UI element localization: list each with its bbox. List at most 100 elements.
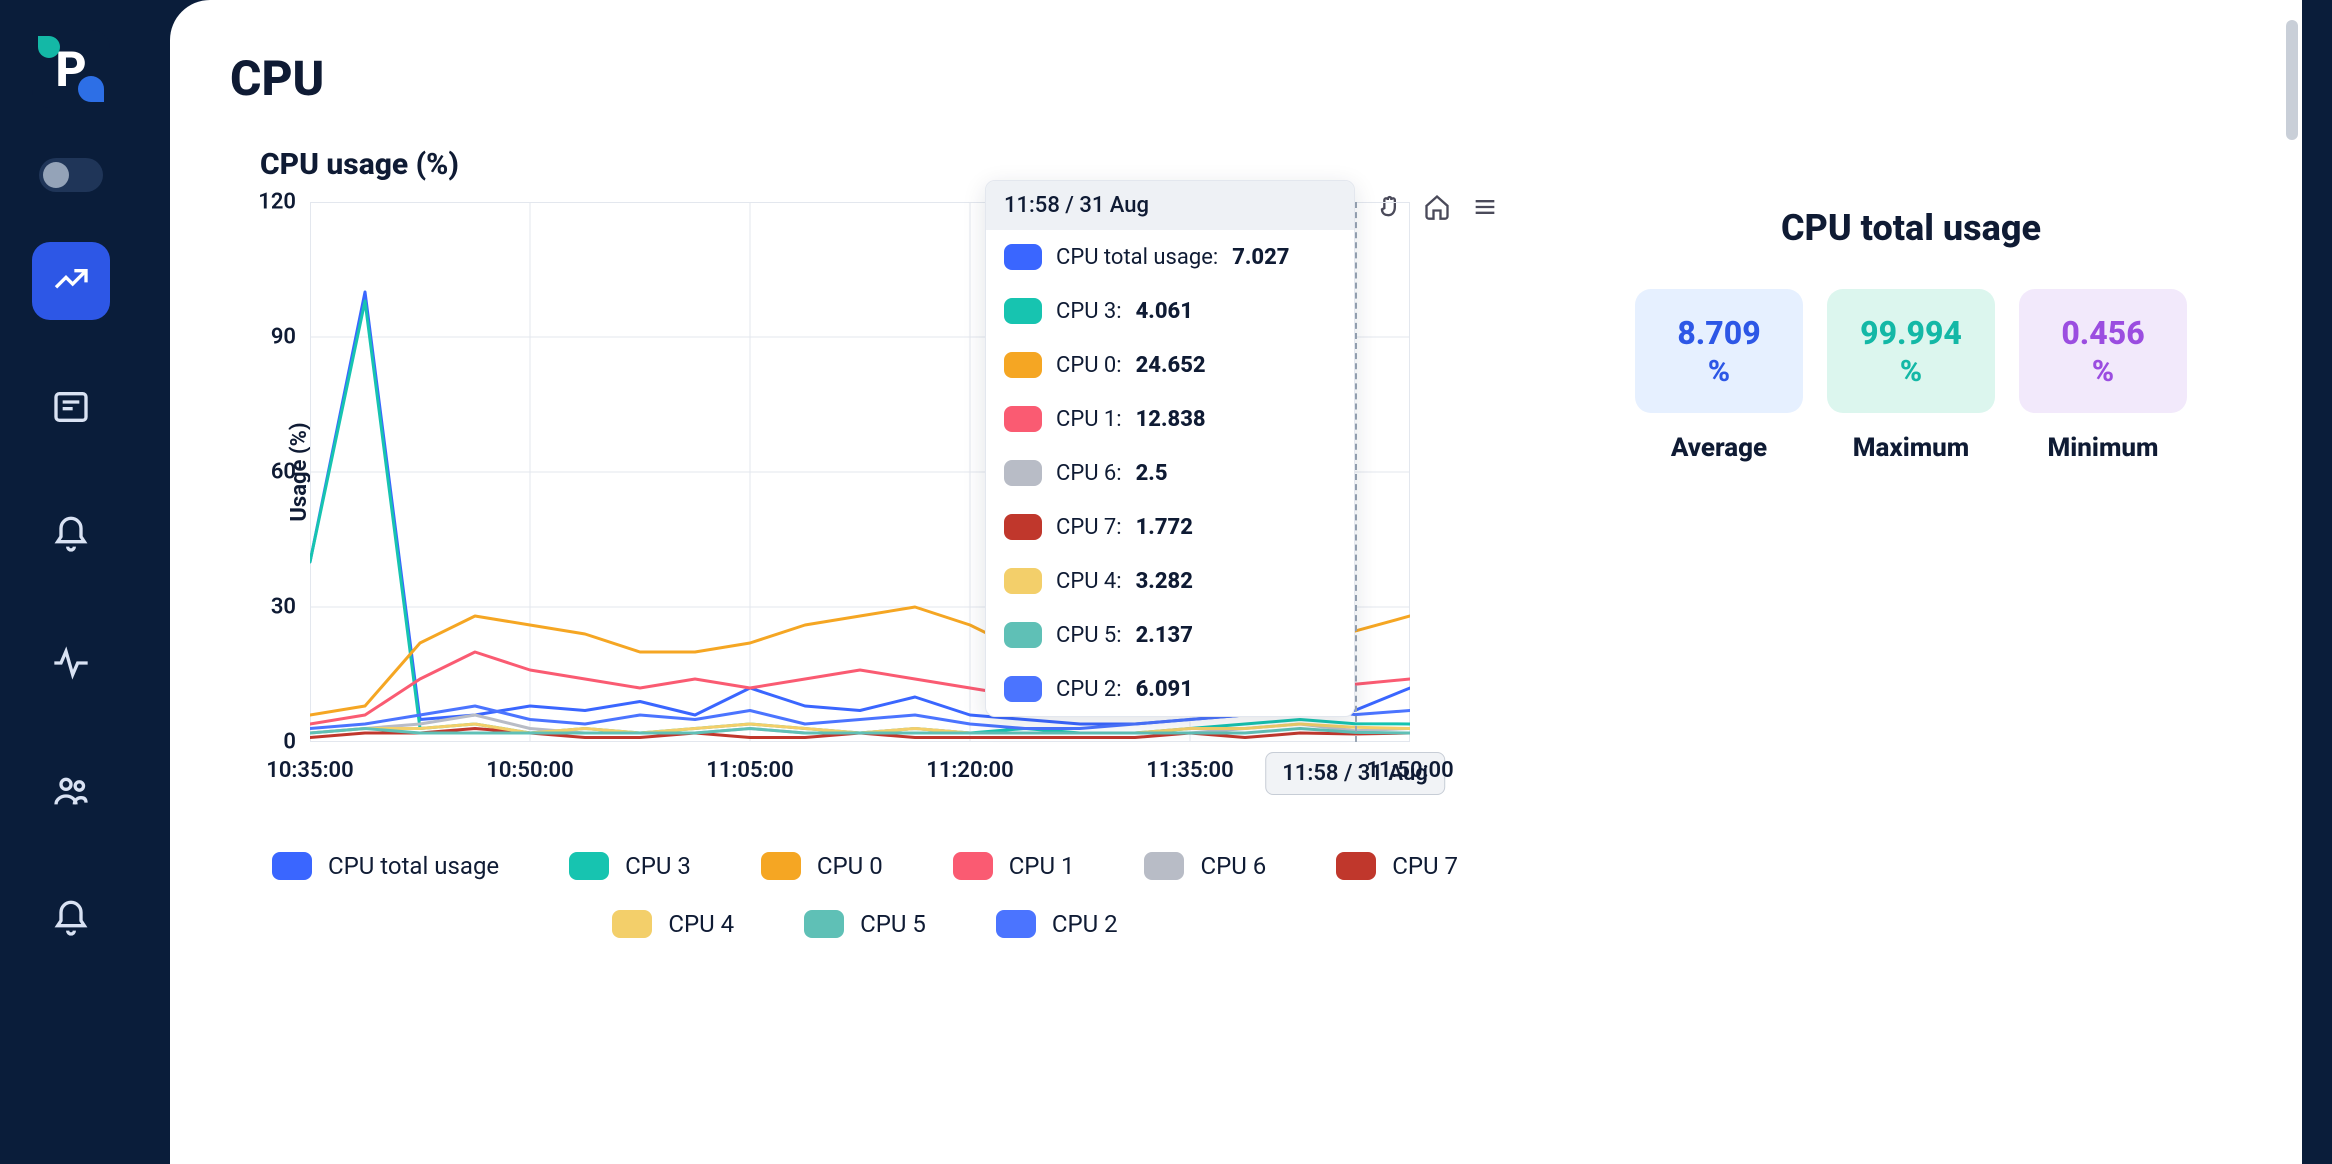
min-value: 0.456 [2061,314,2144,352]
x-tick: 10:50:00 [486,758,573,783]
main-panel: CPU CPU usage (%) Usage (%) [170,0,2302,1164]
tooltip-series-value: 12.838 [1136,407,1206,432]
tooltip-series-label: CPU 3: [1056,299,1122,324]
tooltip-row: CPU 2: 6.091 [986,662,1354,716]
y-tick: 120 [258,190,296,215]
legend-label: CPU 7 [1392,852,1458,880]
x-tick: 10:35:00 [266,758,353,783]
tooltip-series-label: CPU 2: [1056,677,1122,702]
max-label: Maximum [1827,433,1995,463]
x-tick: 11:50:00 [1366,758,1453,783]
tooltip-series-label: CPU 4: [1056,569,1122,594]
tooltip-row: CPU 5: 2.137 [986,608,1354,662]
legend-swatch [1336,852,1376,880]
tooltip-series-label: CPU 7: [1056,515,1122,540]
home-icon[interactable] [1422,192,1452,222]
y-tick: 30 [271,595,296,620]
legend-label: CPU 3 [625,852,691,880]
chart-legend: CPU total usage CPU 3 CPU 0 CPU 1 CPU 6 CPU 7… [230,852,1500,938]
chart-tooltip: 11:58 / 31 Aug CPU total usage: 7.027CPU… [985,180,1355,717]
users-icon [51,771,91,815]
chart-title: CPU usage (%) [260,147,1500,182]
bell-outline-icon [51,899,91,943]
nav-reports[interactable] [32,370,110,448]
legend-item[interactable]: CPU 2 [996,910,1118,938]
tooltip-swatch [1004,244,1042,270]
card-average-wrap: 8.709 % Average [1635,289,1803,463]
menu-icon[interactable] [1470,192,1500,222]
legend-label: CPU 2 [1052,910,1118,938]
tooltip-row: CPU 4: 3.282 [986,554,1354,608]
nav-monitoring[interactable] [32,626,110,704]
bell-icon [51,515,91,559]
legend-label: CPU total usage [328,852,499,880]
x-tick: 11:05:00 [706,758,793,783]
legend-item[interactable]: CPU 3 [569,852,691,880]
legend-label: CPU 0 [817,852,883,880]
legend-item[interactable]: CPU 5 [804,910,926,938]
y-tick: 0 [283,730,296,755]
legend-swatch [1144,852,1184,880]
plot-area[interactable]: Usage (%) 11:58 / 31 Aug 11:58 / 31 Aug … [310,202,1410,742]
tooltip-series-value: 24.652 [1136,353,1206,378]
theme-toggle[interactable] [39,158,103,192]
nav-notifications[interactable] [32,882,110,960]
min-label: Minimum [2019,433,2187,463]
tooltip-series-value: 2.5 [1136,461,1168,486]
legend-label: CPU 4 [668,910,734,938]
tooltip-series-value: 4.061 [1136,299,1193,324]
tooltip-row: CPU total usage: 7.027 [986,230,1354,284]
app-logo: P [32,30,110,108]
tooltip-series-label: CPU total usage: [1056,245,1218,270]
legend-item[interactable]: CPU 6 [1144,852,1266,880]
legend-label: CPU 6 [1200,852,1266,880]
content-row: CPU usage (%) Usage (%) [230,147,2242,938]
chart-wrap: Usage (%) 11:58 / 31 Aug 11:58 / 31 Aug … [230,202,1500,938]
legend-swatch [996,910,1036,938]
tooltip-row: CPU 0: 24.652 [986,338,1354,392]
avg-label: Average [1635,433,1803,463]
legend-item[interactable]: CPU 0 [761,852,883,880]
tooltip-swatch [1004,622,1042,648]
chart-line-icon [51,259,91,303]
tooltip-series-value: 2.137 [1136,623,1193,648]
tooltip-swatch [1004,514,1042,540]
tooltip-series-value: 6.091 [1136,677,1193,702]
tooltip-swatch [1004,406,1042,432]
card-minimum: 0.456 % [2019,289,2187,413]
tooltip-swatch [1004,298,1042,324]
card-minimum-wrap: 0.456 % Minimum [2019,289,2187,463]
nav-users[interactable] [32,754,110,832]
summary-cards: 8.709 % Average 99.994 % Maximum 0.456 % [1580,289,2242,463]
legend-item[interactable]: CPU 4 [612,910,734,938]
legend-item[interactable]: CPU 7 [1336,852,1458,880]
tooltip-series-value: 3.282 [1136,569,1193,594]
tooltip-swatch [1004,568,1042,594]
tooltip-series-value: 1.772 [1136,515,1193,540]
min-unit: % [2092,354,2114,389]
tooltip-swatch [1004,460,1042,486]
card-maximum-wrap: 99.994 % Maximum [1827,289,1995,463]
summary-column: CPU total usage 8.709 % Average 99.994 %… [1580,147,2242,463]
legend-item[interactable]: CPU 1 [953,852,1075,880]
left-sidebar: P [0,0,142,1164]
nav-dashboards[interactable] [32,242,110,320]
tooltip-row: CPU 7: 1.772 [986,500,1354,554]
page-title: CPU [230,50,2242,107]
x-tick: 11:35:00 [1146,758,1233,783]
nav-alerts[interactable] [32,498,110,576]
tooltip-row: CPU 1: 12.838 [986,392,1354,446]
legend-swatch [612,910,652,938]
max-unit: % [1900,354,1922,389]
tooltip-series-label: CPU 6: [1056,461,1122,486]
tooltip-swatch [1004,676,1042,702]
legend-swatch [272,852,312,880]
tooltip-series-label: CPU 5: [1056,623,1122,648]
tooltip-row: CPU 6: 2.5 [986,446,1354,500]
card-average: 8.709 % [1635,289,1803,413]
legend-item[interactable]: CPU total usage [272,852,499,880]
vertical-scrollbar[interactable] [2286,20,2298,140]
legend-label: CPU 5 [860,910,926,938]
legend-swatch [953,852,993,880]
hover-guideline [1355,202,1357,742]
